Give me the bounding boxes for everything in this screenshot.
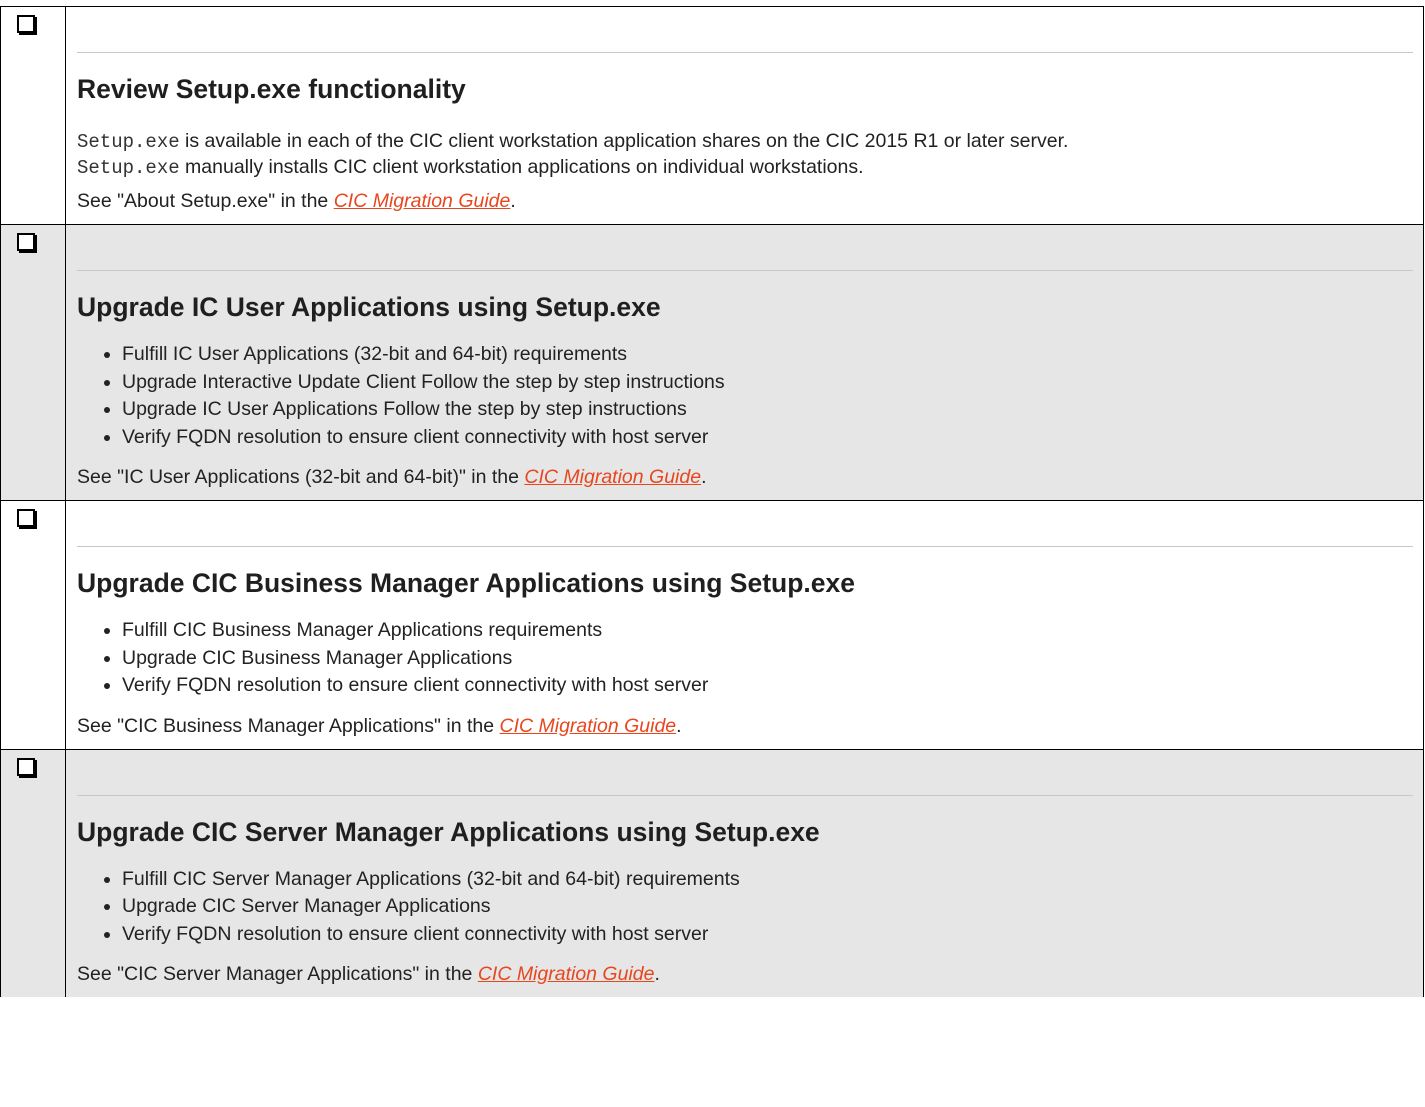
see-prefix: See "About Setup.exe" in the: [77, 190, 334, 212]
list-item: Verify FQDN resolution to ensure client …: [122, 921, 1413, 949]
step-content: Upgrade IC User Applications using Setup…: [65, 224, 1424, 501]
step-list: Fulfill CIC Server Manager Applications …: [77, 866, 1413, 949]
list-item: Fulfill IC User Applications (32-bit and…: [122, 341, 1413, 369]
step-title: Upgrade CIC Server Manager Applications …: [77, 816, 820, 847]
migration-guide-link[interactable]: CIC Migration Guide: [500, 715, 677, 737]
divider: [77, 52, 1413, 53]
see-suffix: .: [676, 714, 682, 737]
migration-guide-link[interactable]: CIC Migration Guide: [524, 466, 701, 488]
checkbox[interactable]: [17, 509, 35, 527]
step-title: Review Setup.exe functionality: [77, 74, 466, 104]
see-suffix: .: [510, 190, 516, 212]
checkbox-cell: [0, 500, 66, 750]
see-prefix: See "IC User Applications (32-bit and 64…: [77, 466, 525, 488]
list-item: Fulfill CIC Server Manager Applications …: [122, 866, 1413, 894]
step-title: Upgrade CIC Business Manager Application…: [77, 568, 855, 598]
list-item: Fulfill CIC Business Manager Application…: [122, 617, 1413, 645]
description-text: manually installs CIC client workstation…: [179, 156, 864, 178]
see-suffix: .: [701, 466, 707, 488]
step-content: Review Setup.exe functionality Setup.exe…: [65, 6, 1424, 225]
see-reference: See "IC User Applications (32-bit and 64…: [77, 464, 1413, 491]
checkbox-cell: [0, 748, 66, 997]
see-suffix: .: [654, 963, 660, 985]
divider: [77, 546, 1413, 547]
checklist-row: Upgrade CIC Business Manager Application…: [0, 500, 1424, 750]
step-content: Upgrade CIC Business Manager Application…: [65, 500, 1424, 750]
checkbox[interactable]: [17, 15, 35, 33]
see-reference: See "About Setup.exe" in the CIC Migrati…: [77, 188, 1413, 215]
see-prefix: See "CIC Server Manager Applications" in…: [77, 963, 478, 985]
list-item: Verify FQDN resolution to ensure client …: [122, 424, 1413, 452]
code-text: Setup.exe: [77, 157, 180, 179]
checkbox-cell: [0, 224, 66, 501]
list-item: Upgrade CIC Business Manager Application…: [122, 645, 1413, 673]
step-list: Fulfill IC User Applications (32-bit and…: [77, 341, 1413, 451]
checkbox[interactable]: [17, 757, 35, 776]
checkbox-cell: [0, 6, 66, 225]
description-line: Setup.exe is available in each of the CI…: [77, 129, 1413, 155]
description-line: Setup.exe manually installs CIC client w…: [77, 155, 1413, 181]
step-title: Upgrade IC User Applications using Setup…: [77, 292, 661, 322]
checkbox[interactable]: [17, 233, 35, 251]
see-prefix: See "CIC Business Manager Applications" …: [77, 714, 500, 737]
step-description: Setup.exe is available in each of the CI…: [77, 129, 1413, 181]
checklist-row: Upgrade CIC Server Manager Applications …: [0, 748, 1424, 997]
migration-guide-link[interactable]: CIC Migration Guide: [334, 190, 511, 212]
checklist-row: Upgrade IC User Applications using Setup…: [0, 224, 1424, 501]
divider: [77, 794, 1413, 796]
divider: [77, 270, 1413, 271]
list-item: Verify FQDN resolution to ensure client …: [122, 672, 1413, 700]
checklist-row: Review Setup.exe functionality Setup.exe…: [0, 6, 1424, 225]
see-reference: See "CIC Server Manager Applications" in…: [77, 961, 1413, 988]
list-item: Upgrade Interactive Update Client Follow…: [122, 369, 1413, 397]
list-item: Upgrade IC User Applications Follow the …: [122, 396, 1413, 424]
description-text: is available in each of the CIC client w…: [179, 130, 1069, 152]
migration-guide-link[interactable]: CIC Migration Guide: [478, 963, 655, 985]
see-reference: See "CIC Business Manager Applications" …: [77, 713, 1413, 740]
list-item: Upgrade CIC Server Manager Applications: [122, 893, 1413, 921]
code-text: Setup.exe: [77, 131, 180, 153]
step-content: Upgrade CIC Server Manager Applications …: [65, 748, 1424, 997]
upgrade-checklist: Review Setup.exe functionality Setup.exe…: [0, 6, 1424, 997]
step-list: Fulfill CIC Business Manager Application…: [77, 617, 1413, 700]
